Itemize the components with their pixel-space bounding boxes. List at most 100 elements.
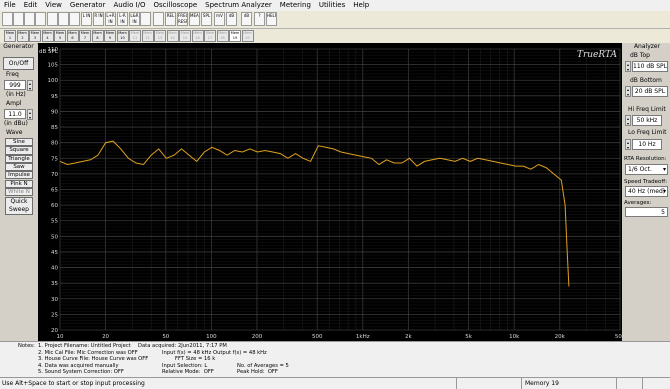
wave-white-n-button[interactable]: White N <box>5 187 33 197</box>
spectrum-plot: 110 105 100 95 90 85 80 75 70 65 60 55 50 45 40 35 30 25 2… <box>38 43 626 341</box>
input-left-icon[interactable]: L IN <box>81 12 92 26</box>
data-point <box>564 204 566 206</box>
menu-spectrum-analyzer[interactable]: Spectrum Analyzer <box>201 0 276 11</box>
x-tick-label: 10k <box>509 334 520 340</box>
memory-button-15[interactable]: Mem 15 <box>179 30 191 42</box>
menu-audio-i-o[interactable]: Audio I/O <box>109 0 149 11</box>
menu-metering[interactable]: Metering <box>276 0 315 11</box>
data-point <box>477 157 479 159</box>
wave-sine-button[interactable]: Sine <box>5 138 33 147</box>
memory-button-10[interactable]: Mem 10 <box>116 30 129 42</box>
run-icon[interactable] <box>140 12 151 26</box>
memory-button-19[interactable]: Mem 19 <box>229 30 241 42</box>
memory-button-4[interactable]: Mem 4 <box>41 30 54 42</box>
stop-icon[interactable] <box>153 12 164 26</box>
memory-button-8[interactable]: Mem 8 <box>91 30 104 42</box>
memory-button-12[interactable]: Mem 12 <box>141 30 154 42</box>
memory-button-17[interactable]: Mem 17 <box>204 30 216 42</box>
db-bottom-field[interactable]: 20 dB SPL <box>632 86 668 97</box>
menu-utilities[interactable]: Utilities <box>315 0 349 11</box>
memory-button-13[interactable]: Mem 13 <box>154 30 166 42</box>
data-point <box>173 154 175 156</box>
db-top-spin-button[interactable]: ▴ ▾ <box>625 61 631 72</box>
input-both-icon[interactable]: L&R IN <box>129 12 140 26</box>
memory-button-number: 16 <box>195 36 200 40</box>
note-sound-system: 5. Sound System Correction: OFF <box>38 369 124 375</box>
y-tick-label: 60 <box>51 203 58 209</box>
menu-generator[interactable]: Generator <box>66 0 110 11</box>
memory-button-18[interactable]: Mem 18 <box>216 30 229 42</box>
memory-button-6[interactable]: Mem 6 <box>66 30 79 42</box>
wave-triangle-button[interactable]: Triangle <box>5 154 33 163</box>
memory-button-11[interactable]: Mem 11 <box>129 30 141 42</box>
freq-spin-button[interactable]: ▴ ▾ <box>27 80 33 91</box>
print-icon[interactable] <box>35 12 46 26</box>
memory-button-14[interactable]: Mem 14 <box>166 30 179 42</box>
memory-button-number: 5 <box>58 36 62 40</box>
db-bottom-spin-button[interactable]: ▴ ▾ <box>625 86 631 97</box>
data-point <box>67 164 68 165</box>
open-icon[interactable] <box>13 12 24 26</box>
wave-square-button[interactable]: Square <box>5 146 33 155</box>
meter-icon[interactable] <box>69 12 80 26</box>
data-point <box>507 164 509 165</box>
memory-button-20[interactable]: Mem 20 <box>241 30 254 42</box>
wave-impulse-button[interactable]: Impulse <box>5 171 33 180</box>
help-query-icon[interactable]: ? <box>254 12 265 26</box>
memory-button-2[interactable]: Mem 2 <box>16 30 29 42</box>
data-point <box>545 167 547 168</box>
main-toolbar: L IN R IN L+R IN L-R IN L&R IN REL FREQ RESP ME… <box>0 11 670 29</box>
scope-icon[interactable] <box>47 12 58 26</box>
status-bar: Use Alt+Space to start or stop input pro… <box>0 377 670 389</box>
rel-icon[interactable]: REL <box>165 12 176 26</box>
rta-resolution-select[interactable]: 1/6 Oct. ▾ <box>625 164 668 175</box>
freq-resp-icon[interactable]: FREQ RESP <box>177 12 188 26</box>
memory-button-number: 4 <box>46 36 49 40</box>
generator-on-off-button[interactable]: On/Off <box>3 57 34 70</box>
wave-pink-n-button[interactable]: Pink N <box>5 179 33 188</box>
data-point <box>401 162 403 164</box>
memory-button-7[interactable]: Mem 7 <box>79 30 91 42</box>
memory-button-16[interactable]: Mem 16 <box>191 30 204 42</box>
help-icon[interactable]: HELP <box>266 12 277 26</box>
memory-button-number: 18 <box>220 36 225 40</box>
db-bottom-label: dB Bottom <box>630 77 662 84</box>
db-top-field[interactable]: 110 dB SPL <box>632 61 668 72</box>
quick-sweep-button[interactable]: Quick Sweep <box>5 197 33 215</box>
y-tick-label: 35 <box>51 281 58 287</box>
wave-saw-button[interactable]: Saw <box>5 162 33 172</box>
mv-icon[interactable]: mV <box>214 12 225 26</box>
spl-icon[interactable]: SPL <box>201 12 212 26</box>
memory-button-5[interactable]: Mem 5 <box>54 30 66 42</box>
memory-button-9[interactable]: Mem 9 <box>104 30 116 42</box>
lo-freq-spin-button[interactable]: ▴ ▾ <box>625 139 631 150</box>
input-right-icon[interactable]: R IN <box>93 12 104 26</box>
menu-file[interactable]: File <box>0 0 20 11</box>
memory-button-number: 14 <box>170 36 175 40</box>
db-icon[interactable]: dB <box>226 12 237 26</box>
x-tick-label: 20k <box>555 334 566 340</box>
ampl-input[interactable]: 11.0 <box>4 109 26 119</box>
menu-edit[interactable]: Edit <box>20 0 42 11</box>
freq-input[interactable]: 999 <box>4 80 26 90</box>
memory-button-3[interactable]: Mem 3 <box>29 30 41 42</box>
memory-button-1[interactable]: Mem 1 <box>4 30 16 42</box>
menu-view[interactable]: View <box>41 0 66 11</box>
spectrum-icon[interactable] <box>58 12 69 26</box>
averages-input[interactable]: 5 <box>625 207 668 217</box>
ampl-spin-button[interactable]: ▴ ▾ <box>27 109 33 120</box>
speed-tradeoff-select[interactable]: 40 Hz (med) ▾ <box>625 186 668 197</box>
dbs-icon[interactable]: dB <box>241 12 252 26</box>
save-icon[interactable] <box>24 12 35 26</box>
hi-freq-spin-button[interactable]: ▴ ▾ <box>625 115 631 126</box>
data-point <box>264 150 266 151</box>
menu-oscilloscope[interactable]: Oscilloscope <box>150 0 202 11</box>
meas-icon[interactable]: MEAS <box>189 12 200 26</box>
menu-help[interactable]: Help <box>349 0 373 11</box>
input-sum-icon[interactable]: L+R IN <box>105 12 116 26</box>
data-point <box>561 179 562 181</box>
file-icon[interactable] <box>2 12 13 26</box>
lo-freq-field[interactable]: 10 Hz <box>632 139 662 150</box>
hi-freq-field[interactable]: 50 kHz <box>632 115 662 126</box>
input-diff-icon[interactable]: L-R IN <box>117 12 128 26</box>
